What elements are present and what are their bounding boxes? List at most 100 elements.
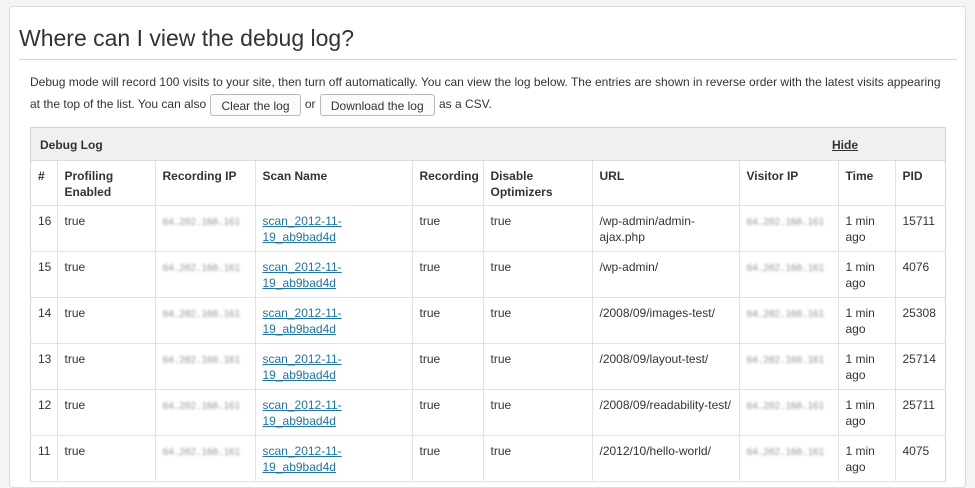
obscured-ip: 64.202.160.161 — [746, 447, 825, 458]
debug-log-panel: Where can I view the debug log? Debug mo… — [9, 6, 966, 488]
cell-recording: true — [411, 389, 483, 436]
cell-profiling: true — [56, 251, 155, 298]
debug-log-title: Debug Log — [40, 138, 103, 152]
cell-num: 15 — [31, 251, 57, 298]
column-header: Recording IP — [154, 161, 255, 206]
scan-name-link[interactable]: scan_2012-11-19_ab9bad4d — [263, 306, 342, 336]
scan-name-link[interactable]: scan_2012-11-19_ab9bad4d — [263, 352, 342, 382]
column-header: Time — [837, 161, 895, 206]
cell-visitor-ip: 64.202.160.161 — [738, 251, 838, 298]
cell-pid: 25711 — [894, 389, 945, 436]
description-or: or — [304, 97, 316, 111]
cell-disable: true — [482, 297, 592, 344]
obscured-ip: 64.202.160.161 — [162, 263, 241, 274]
column-header: PID — [894, 161, 945, 206]
cell-visitor-ip: 64.202.160.161 — [738, 343, 838, 390]
cell-visitor-ip: 64.202.160.161 — [738, 389, 838, 436]
obscured-ip: 64.202.160.161 — [162, 401, 241, 412]
cell-profiling: true — [56, 343, 155, 390]
cell-recording-ip: 64.202.160.161 — [154, 343, 255, 390]
obscured-ip: 64.202.160.161 — [746, 401, 825, 412]
cell-recording-ip: 64.202.160.161 — [154, 297, 255, 344]
cell-scan: scan_2012-11-19_ab9bad4d — [254, 251, 412, 298]
cell-pid: 4076 — [894, 251, 945, 298]
page-title: Where can I view the debug log? — [19, 25, 354, 51]
obscured-ip: 64.202.160.161 — [162, 217, 241, 228]
cell-visitor-ip: 64.202.160.161 — [738, 297, 838, 344]
cell-time: 1 min ago — [837, 251, 895, 298]
cell-visitor-ip: 64.202.160.161 — [738, 205, 838, 252]
cell-scan: scan_2012-11-19_ab9bad4d — [254, 297, 412, 344]
debug-log-box: Debug Log Hide # Profiling Enabled Recordi… — [30, 127, 946, 482]
scan-name-link[interactable]: scan_2012-11-19_ab9bad4d — [263, 444, 342, 474]
cell-disable: true — [482, 389, 592, 436]
cell-scan: scan_2012-11-19_ab9bad4d — [254, 205, 412, 252]
obscured-ip: 64.202.160.161 — [162, 447, 241, 458]
cell-url: /wp-admin/ — [591, 251, 739, 298]
cell-disable: true — [482, 435, 592, 482]
cell-disable: true — [482, 343, 592, 390]
cell-url: /2012/10/hello-world/ — [591, 435, 739, 482]
cell-num: 14 — [31, 297, 57, 344]
cell-disable: true — [482, 205, 592, 252]
cell-num: 13 — [31, 343, 57, 390]
cell-disable: true — [482, 251, 592, 298]
cell-visitor-ip: 64.202.160.161 — [738, 435, 838, 482]
cell-scan: scan_2012-11-19_ab9bad4d — [254, 343, 412, 390]
column-header: Disable Optimizers — [482, 161, 592, 206]
cell-scan: scan_2012-11-19_ab9bad4d — [254, 435, 412, 482]
table-row: 11 true 64.202.160.161 scan_2012-11-19_ab9b… — [31, 435, 945, 482]
table-row: 16 true 64.202.160.161 scan_2012-11-19_ab9b… — [31, 205, 945, 252]
cell-time: 1 min ago — [837, 435, 895, 482]
cell-pid: 25714 — [894, 343, 945, 390]
cell-time: 1 min ago — [837, 389, 895, 436]
obscured-ip: 64.202.160.161 — [746, 309, 825, 320]
table-row: 14 true 64.202.160.161 scan_2012-11-19_ab9b… — [31, 297, 945, 344]
obscured-ip: 64.202.160.161 — [162, 355, 241, 366]
cell-profiling: true — [56, 389, 155, 436]
obscured-ip: 64.202.160.161 — [746, 355, 825, 366]
scan-name-link[interactable]: scan_2012-11-19_ab9bad4d — [263, 398, 342, 428]
cell-pid: 4075 — [894, 435, 945, 482]
cell-recording-ip: 64.202.160.161 — [154, 389, 255, 436]
cell-recording: true — [411, 251, 483, 298]
cell-recording-ip: 64.202.160.161 — [154, 435, 255, 482]
cell-num: 12 — [31, 389, 57, 436]
cell-url: /wp-admin/admin-ajax.php — [591, 205, 739, 252]
column-header: URL — [591, 161, 739, 206]
cell-pid: 15711 — [894, 205, 945, 252]
scan-name-link[interactable]: scan_2012-11-19_ab9bad4d — [263, 214, 342, 244]
column-header: Scan Name — [254, 161, 412, 206]
cell-time: 1 min ago — [837, 343, 895, 390]
cell-recording-ip: 64.202.160.161 — [154, 205, 255, 252]
description: Debug mode will record 100 visits to you… — [30, 71, 950, 116]
debug-log-header: Debug Log Hide — [31, 128, 945, 161]
hide-log-link[interactable]: Hide — [832, 138, 858, 152]
download-log-button[interactable]: Download the log — [319, 93, 435, 116]
table-header-row: # Profiling Enabled Recording IP Scan Name R… — [31, 161, 945, 206]
cell-url: /2008/09/images-test/ — [591, 297, 739, 344]
cell-url: /2008/09/layout-test/ — [591, 343, 739, 390]
column-header: Visitor IP — [738, 161, 838, 206]
cell-profiling: true — [56, 435, 155, 482]
debug-log-table: # Profiling Enabled Recording IP Scan Name R… — [31, 161, 945, 482]
cell-profiling: true — [56, 205, 155, 252]
column-header: Recording — [411, 161, 483, 206]
obscured-ip: 64.202.160.161 — [746, 217, 825, 228]
cell-scan: scan_2012-11-19_ab9bad4d — [254, 389, 412, 436]
cell-time: 1 min ago — [837, 205, 895, 252]
cell-recording: true — [411, 205, 483, 252]
scan-name-link[interactable]: scan_2012-11-19_ab9bad4d — [263, 260, 342, 290]
column-header: # — [31, 161, 57, 206]
cell-pid: 25308 — [894, 297, 945, 344]
cell-time: 1 min ago — [837, 297, 895, 344]
cell-recording-ip: 64.202.160.161 — [154, 251, 255, 298]
description-csv: as a CSV. — [438, 97, 492, 111]
cell-num: 16 — [31, 205, 57, 252]
cell-num: 11 — [31, 435, 57, 482]
cell-recording: true — [411, 297, 483, 344]
obscured-ip: 64.202.160.161 — [162, 309, 241, 320]
clear-log-button[interactable]: Clear the log — [210, 93, 301, 116]
cell-profiling: true — [56, 297, 155, 344]
obscured-ip: 64.202.160.161 — [746, 263, 825, 274]
